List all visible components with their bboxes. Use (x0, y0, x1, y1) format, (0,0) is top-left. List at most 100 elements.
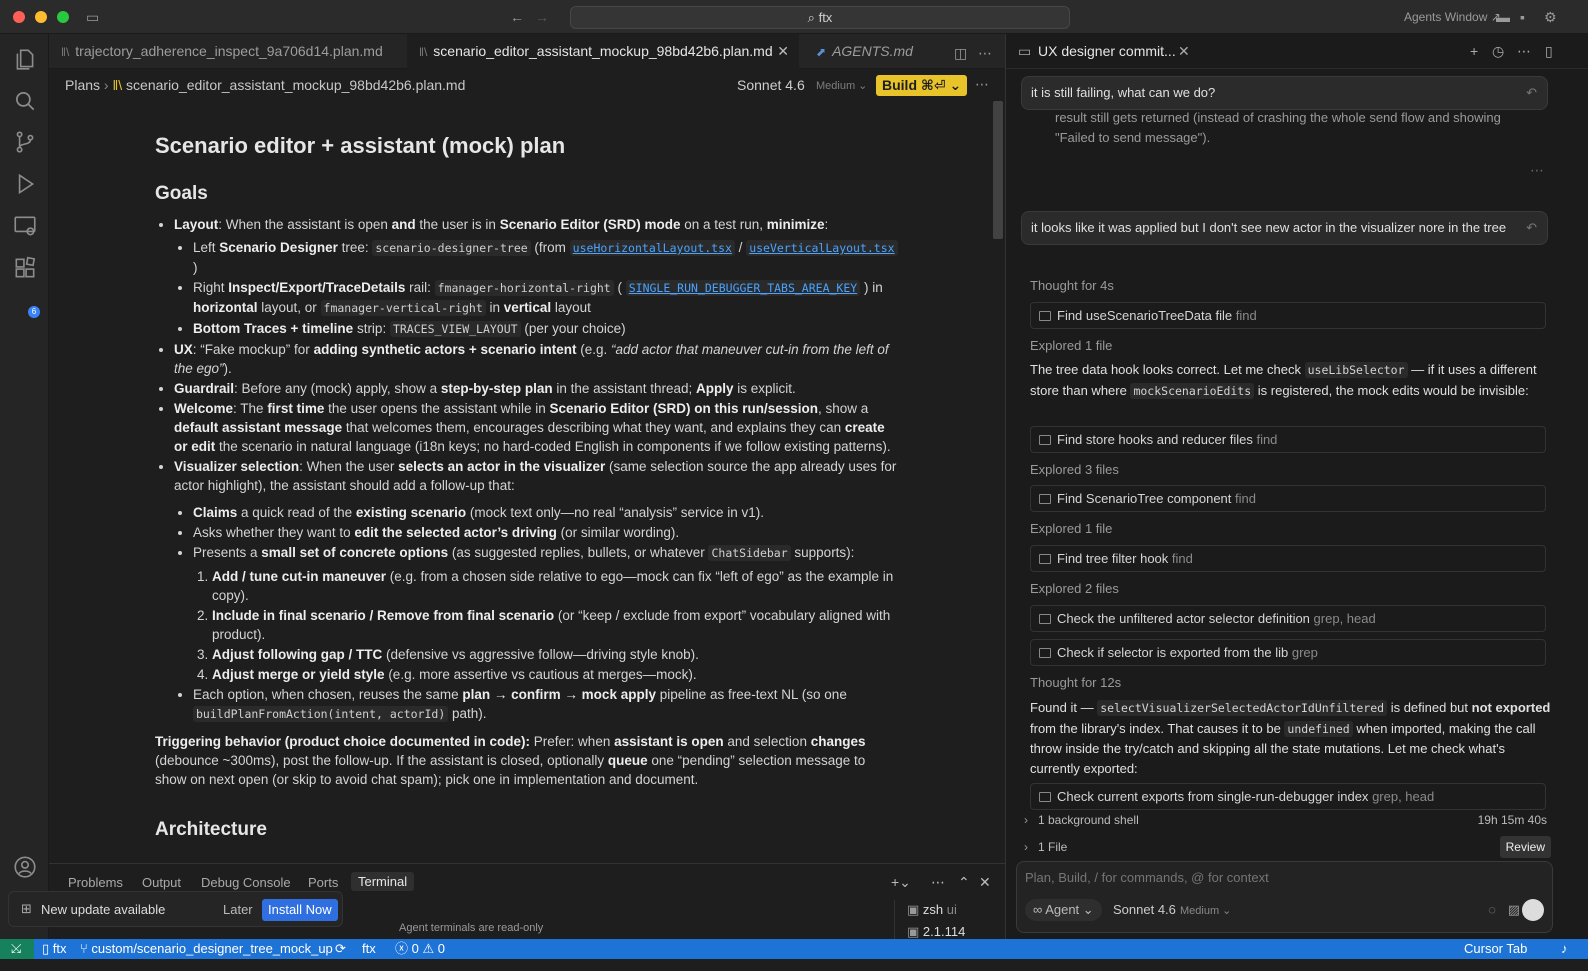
previous-response-text: result still gets returned (instead of c… (1055, 110, 1501, 145)
workspace-indicator[interactable]: ftx (362, 939, 376, 959)
maximize-panel-icon[interactable]: ⌃ (958, 874, 970, 891)
status-bar: ⤩ ▯ ftx ⑂ custom/scenario_designer_tree_… (0, 939, 1588, 959)
review-button[interactable]: Review (1499, 836, 1551, 858)
sidebar-toggle-icon[interactable]: ▭ (86, 8, 99, 26)
revert-icon[interactable]: ↶ (1526, 218, 1537, 238)
build-button[interactable]: Build ⌘⏎ ⌄ (876, 75, 968, 96)
microphone-icon[interactable] (1522, 899, 1544, 921)
thought-indicator[interactable]: Thought for 12s (1030, 673, 1555, 693)
background-shell-row[interactable]: › 1 background shell 19h 15m 40s (1024, 807, 1551, 833)
account-icon[interactable] (12, 854, 38, 880)
thought-indicator[interactable]: Thought for 4s (1030, 276, 1555, 296)
history-icon[interactable]: ◷ (1492, 43, 1504, 60)
explorer-files-icon[interactable] (12, 46, 38, 72)
agents-window-link[interactable]: Agents Window ↗ (1404, 10, 1501, 24)
forward-arrow-icon[interactable]: → (535, 8, 549, 26)
chat-input[interactable] (1025, 870, 1525, 885)
assistant-message: Found it — selectVisualizerSelectedActor… (1030, 700, 1551, 776)
source-control-icon[interactable] (12, 129, 38, 155)
minimize-window-button[interactable] (35, 11, 47, 23)
files-changed-row[interactable]: › 1 File Review (1024, 834, 1551, 860)
more-actions-icon[interactable]: ⋯ (1530, 162, 1544, 179)
link-use-horizontal-layout[interactable]: useHorizontalLayout.tsx (569, 240, 735, 256)
explored-indicator[interactable]: Explored 1 file (1030, 336, 1555, 356)
maximize-window-button[interactable] (57, 11, 69, 23)
model-selector[interactable]: Sonnet 4.6 (737, 77, 805, 93)
tab-terminal[interactable]: Terminal (351, 872, 415, 891)
plan-file-icon: ǁ\ (61, 45, 70, 59)
new-terminal-icon[interactable]: +⌄ (891, 874, 911, 891)
explored-indicator[interactable]: Explored 2 files (1030, 579, 1555, 599)
close-panel-icon[interactable]: ✕ (979, 874, 991, 891)
problems-indicator[interactable]: ⓧ 0 ⚠ 0 (395, 939, 445, 959)
more-actions-icon[interactable]: ⋯ (978, 44, 992, 62)
triggering-paragraph: Triggering behavior (product choice docu… (155, 734, 866, 787)
repo-indicator[interactable]: ▯ ftx (42, 939, 67, 959)
tab-problems[interactable]: Problems (68, 875, 123, 890)
run-debug-icon[interactable] (12, 171, 38, 197)
notifications-bell-icon[interactable]: ♪ (1561, 939, 1568, 959)
remote-explorer-icon[interactable] (12, 213, 38, 239)
tab-scenario-plan[interactable]: ǁ\ scenario_editor_assistant_mockup_98bd4… (407, 34, 799, 69)
tab-ports[interactable]: Ports (308, 875, 338, 890)
explored-indicator[interactable]: Explored 1 file (1030, 519, 1555, 539)
explored-indicator[interactable]: Explored 3 files (1030, 460, 1555, 480)
new-chat-icon[interactable]: + (1470, 43, 1478, 59)
panel-layout-icon[interactable]: ▬ (1496, 8, 1510, 26)
later-button[interactable]: Later (223, 902, 253, 917)
sync-icon[interactable]: ⟳ (335, 939, 346, 959)
settings-gear-icon[interactable]: ⚙ (1544, 8, 1557, 26)
tool-call[interactable]: Find useScenarioTreeData file find (1030, 302, 1546, 329)
install-now-button[interactable]: Install Now (262, 899, 338, 921)
close-tab-icon[interactable]: ✕ (777, 34, 789, 69)
terminal-item-zsh[interactable]: ▣ zsh ui (907, 902, 957, 918)
effort-selector[interactable]: Medium ⌄ (816, 79, 867, 92)
terminal-icon: ▣ (907, 902, 923, 917)
cursor-tab-indicator[interactable]: Cursor Tab (1464, 939, 1527, 959)
link-tabs-area-key[interactable]: SINGLE_RUN_DEBUGGER_TABS_AREA_KEY (625, 280, 861, 296)
more-actions-icon[interactable]: ⋯ (1517, 43, 1531, 60)
list-item: Right Inspect/Export/TraceDetails rail: … (193, 278, 900, 318)
plan-file-icon: ǁ\ (112, 77, 127, 93)
split-editor-icon[interactable]: ◫ (954, 44, 967, 62)
model-selector[interactable]: Sonnet 4.6 (1113, 902, 1176, 917)
breadcrumb-root[interactable]: Plans (65, 77, 100, 93)
tab-agents-md[interactable]: ⬈ AGENTS.md (804, 34, 934, 69)
chat-title[interactable]: UX designer commit... (1038, 43, 1176, 59)
close-chat-icon[interactable]: ✕ (1178, 43, 1190, 60)
panel-toggle-icon[interactable]: ▯ (1545, 43, 1553, 60)
tool-call[interactable]: Check if selector is exported from the l… (1030, 639, 1546, 666)
tool-call[interactable]: Find store hooks and reducer files find (1030, 426, 1546, 453)
tool-call[interactable]: Check current exports from single-run-de… (1030, 783, 1546, 810)
infinity-icon: ∞ (1033, 902, 1043, 917)
link-use-vertical-layout[interactable]: useVerticalLayout.tsx (746, 240, 898, 256)
command-search-bar[interactable]: ⌕ ftx (570, 6, 1070, 29)
revert-icon[interactable]: ↶ (1526, 83, 1537, 103)
tool-call[interactable]: Check the unfiltered actor selector defi… (1030, 605, 1546, 632)
chat-icon[interactable]: ▪ (1520, 8, 1525, 26)
image-attach-icon[interactable]: ▨ (1508, 902, 1520, 918)
back-arrow-icon[interactable]: ← (510, 8, 524, 26)
assistant-message: The tree data hook looks correct. Let me… (1030, 362, 1537, 399)
branch-indicator[interactable]: ⑂ custom/scenario_designer_tree_mock_up (80, 939, 333, 959)
effort-selector[interactable]: Medium ⌄ (1180, 904, 1231, 917)
tab-debug-console[interactable]: Debug Console (201, 875, 291, 890)
tool-call[interactable]: Find ScenarioTree component find (1030, 485, 1546, 512)
close-window-button[interactable] (13, 11, 25, 23)
tool-call[interactable]: Find tree filter hook find (1030, 545, 1546, 572)
user-message[interactable]: it is still failing, what can we do? ↶ (1021, 76, 1548, 110)
more-actions-icon[interactable]: ⋯ (975, 75, 989, 93)
update-notification: ⊞ New update available Later Install Now (8, 891, 343, 927)
terminal-item-version[interactable]: ▣ 2.1.114 (907, 924, 965, 940)
tab-trajectory-plan[interactable]: ǁ\ trajectory_adherence_inspect_9a706d14.… (49, 34, 404, 69)
agent-mode-selector[interactable]: ∞ Agent ⌄ (1025, 899, 1102, 921)
breadcrumb-file[interactable]: scenario_editor_assistant_mockup_98bd42b… (126, 77, 465, 93)
editor-scrollbar[interactable] (993, 101, 1003, 239)
user-message[interactable]: it looks like it was applied but I don't… (1021, 211, 1548, 245)
extensions-icon[interactable] (12, 255, 38, 281)
loading-spinner-icon: ◌ (1488, 902, 1496, 917)
more-actions-icon[interactable]: ⋯ (931, 874, 945, 891)
tab-output[interactable]: Output (142, 875, 181, 890)
search-icon[interactable] (12, 88, 38, 114)
remote-indicator-icon[interactable]: ⤩ (0, 939, 34, 959)
